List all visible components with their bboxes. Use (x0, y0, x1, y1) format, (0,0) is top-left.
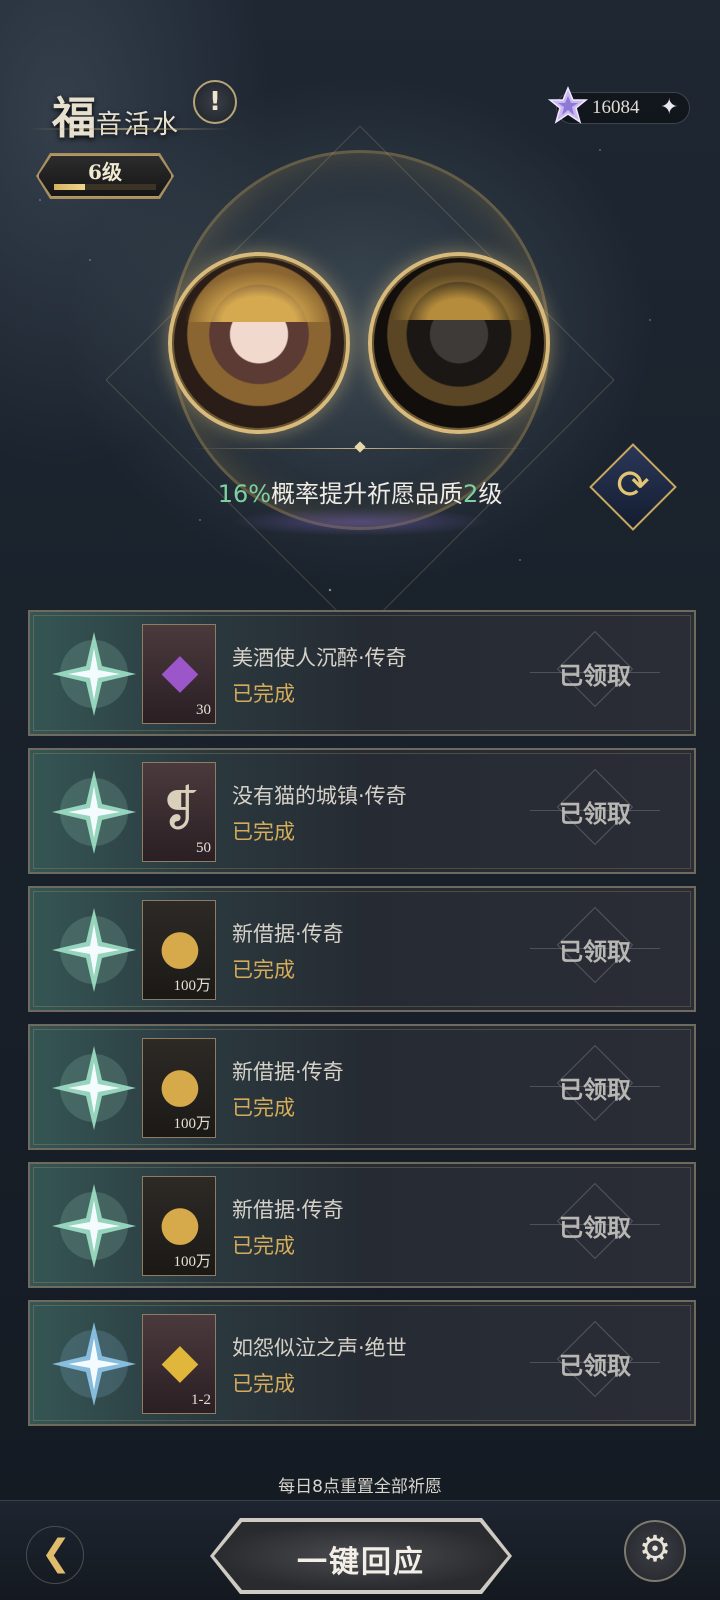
task-status: 已完成 (232, 1234, 295, 1258)
claimed-label: 已领取 (559, 1352, 631, 1380)
back-button[interactable]: ❮ (26, 1526, 84, 1584)
claimed-badge: 已领取 (530, 1320, 660, 1404)
boost-percent: 16% (217, 480, 272, 508)
task-name: 新借据·传奇 (232, 1060, 344, 1084)
reward-quantity: 1-2 (191, 1392, 211, 1408)
reset-note: 每日8点重置全部祈愿 (278, 1477, 442, 1497)
claimed-label: 已领取 (559, 1214, 631, 1242)
claimed-badge: 已领取 (530, 1182, 660, 1266)
four-point-star-icon (52, 908, 136, 992)
four-point-star-icon (52, 1184, 136, 1268)
four-point-star-icon (52, 632, 136, 716)
title-underline (30, 128, 230, 130)
info-button[interactable]: ! (193, 80, 237, 124)
reward-item[interactable]: ◆ 1-2 (142, 1314, 216, 1414)
page-title: 福 音活水 (52, 82, 180, 146)
purple-crystal-icon: ◆ (161, 643, 199, 699)
crown-ornament (172, 262, 346, 322)
gold-coin-icon: ● (159, 1057, 201, 1113)
task-card[interactable]: ◆ 1-2 如怨似泣之声·绝世 已完成 已领取 (28, 1300, 696, 1426)
task-status: 已完成 (232, 958, 295, 982)
claimed-badge: 已领取 (530, 906, 660, 990)
claimed-badge: 已领取 (530, 630, 660, 714)
gold-coin-icon: ● (159, 1195, 201, 1251)
task-card[interactable]: ● 100万 新借据·传奇 已完成 已领取 (28, 886, 696, 1012)
four-point-star-icon (52, 1046, 136, 1130)
boost-level: 2 (463, 480, 479, 508)
task-card[interactable]: ❡ 50 没有猫的城镇·传奇 已完成 已领取 (28, 748, 696, 874)
four-point-star-icon (52, 770, 136, 854)
claimed-label: 已领取 (559, 662, 631, 690)
settings-button[interactable]: ⚙ (624, 1520, 686, 1582)
level-progress-fill (54, 184, 85, 190)
scroll-icon: ❡ (159, 781, 201, 837)
add-currency-button[interactable]: ✦ (660, 95, 678, 120)
task-status: 已完成 (232, 1372, 295, 1396)
reward-item[interactable]: ● 100万 (142, 900, 216, 1000)
task-name: 没有猫的城镇·传奇 (232, 784, 407, 808)
reward-item[interactable]: ● 100万 (142, 1038, 216, 1138)
currency-value: 16084 (592, 97, 640, 118)
task-status: 已完成 (232, 682, 295, 706)
back-arrow-icon: ❮ (40, 1533, 72, 1574)
reward-quantity: 100万 (173, 978, 211, 994)
portrait-right[interactable] (368, 252, 550, 434)
task-name: 新借据·传奇 (232, 1198, 344, 1222)
task-name: 美酒使人沉醉·传奇 (232, 646, 407, 670)
refresh-icon: ⟳ (616, 462, 650, 508)
reward-item[interactable]: ◆ 30 (142, 624, 216, 724)
reward-item[interactable]: ❡ 50 (142, 762, 216, 862)
claimed-badge: 已领取 (530, 768, 660, 852)
level-label: 6级 (88, 160, 122, 184)
gold-crystal-icon: ◆ (161, 1333, 199, 1389)
reward-quantity: 100万 (173, 1116, 211, 1132)
boost-end: 级 (478, 480, 503, 508)
claimed-label: 已领取 (559, 800, 631, 828)
task-card[interactable]: ● 100万 新借据·传奇 已完成 已领取 (28, 1162, 696, 1288)
task-status: 已完成 (232, 820, 295, 844)
horn-ornament (372, 260, 546, 320)
level-progress-bar (54, 184, 156, 190)
claimed-label: 已领取 (559, 938, 631, 966)
boost-middle: 概率提升祈愿品质 (271, 480, 464, 508)
task-card[interactable]: ● 100万 新借据·传奇 已完成 已领取 (28, 1024, 696, 1150)
task-card[interactable]: ◆ 30 美酒使人沉醉·传奇 已完成 已领取 (28, 610, 696, 736)
star-gem-icon (548, 86, 588, 124)
gold-coin-icon: ● (159, 919, 201, 975)
task-name: 新借据·传奇 (232, 922, 344, 946)
four-point-star-icon (52, 1322, 136, 1406)
exclamation-icon: ! (209, 87, 221, 117)
reward-quantity: 100万 (173, 1254, 211, 1270)
boost-glow (230, 508, 490, 536)
task-name: 如怨似泣之声·绝世 (232, 1336, 407, 1360)
title-first-char: 福 (52, 93, 96, 144)
task-status: 已完成 (232, 1096, 295, 1120)
gear-icon: ⚙ (638, 1529, 672, 1570)
portrait-left[interactable] (168, 252, 350, 434)
title-rest: 音活水 (96, 110, 181, 140)
claimed-label: 已领取 (559, 1076, 631, 1104)
reward-quantity: 50 (196, 840, 211, 856)
reward-quantity: 30 (196, 702, 211, 718)
reward-item[interactable]: ● 100万 (142, 1176, 216, 1276)
respond-all-label[interactable]: 一键回应 (210, 1537, 512, 1581)
claimed-badge: 已领取 (530, 1044, 660, 1128)
refresh-button[interactable]: ⟳ (588, 442, 678, 532)
